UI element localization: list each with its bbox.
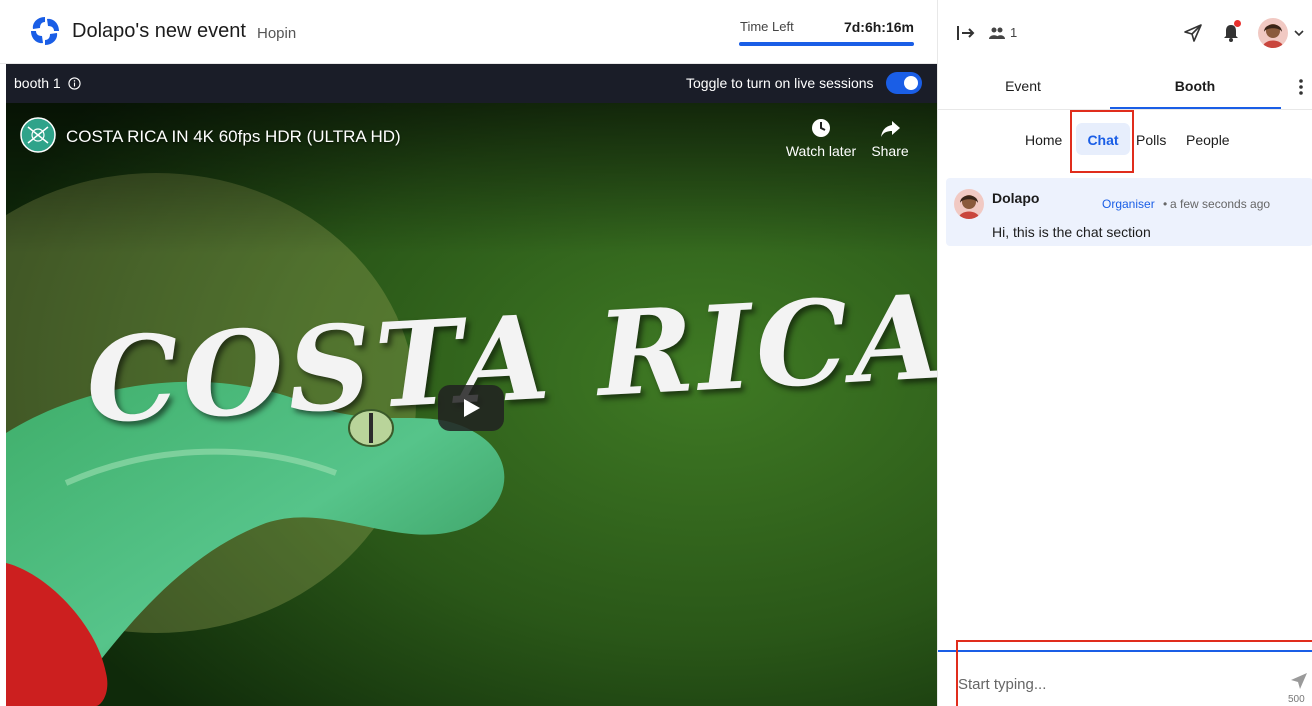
sub-tab-home[interactable]: Home bbox=[1025, 132, 1062, 148]
share-arrow-icon bbox=[881, 121, 900, 137]
share-label: Share bbox=[871, 143, 909, 159]
event-header: Dolapo's new event Hopin Time Left 7d:6h… bbox=[0, 0, 937, 64]
chat-message: Dolapo Organiser • a few seconds ago Hi,… bbox=[946, 178, 1312, 246]
sub-tab-polls[interactable]: Polls bbox=[1136, 132, 1166, 148]
sub-tab-people[interactable]: People bbox=[1186, 132, 1230, 148]
booth-sub-tabs: Home Chat Polls People bbox=[938, 110, 1312, 173]
toggle-knob bbox=[904, 76, 918, 90]
chevron-down-icon[interactable] bbox=[1293, 28, 1305, 38]
video-title[interactable]: COSTA RICA IN 4K 60fps HDR (ULTRA HD) bbox=[66, 127, 401, 147]
booth-bar: booth 1 Toggle to turn on live sessions bbox=[6, 64, 937, 103]
live-sessions-toggle-label: Toggle to turn on live sessions bbox=[686, 75, 874, 91]
video-player[interactable]: COSTA RICA IN 4K 60fps HDR (ULTRA HD) Wa… bbox=[6, 103, 937, 706]
user-avatar[interactable] bbox=[1258, 18, 1288, 48]
time-left-value: 7d:6h:16m bbox=[843, 19, 914, 35]
annotation-highlight-chat bbox=[1070, 110, 1134, 173]
tab-event[interactable]: Event bbox=[970, 78, 1076, 94]
channel-logo-icon[interactable] bbox=[20, 117, 56, 153]
app-root: Dolapo's new event Hopin Time Left 7d:6h… bbox=[0, 0, 1312, 706]
message-author-role: Organiser bbox=[1102, 197, 1155, 211]
sidebar-panel: 1 Event Booth Home Chat Polls People Dol… bbox=[937, 0, 1312, 706]
watch-later-button[interactable]: Watch later bbox=[776, 117, 866, 159]
collapse-sidebar-icon[interactable] bbox=[956, 24, 976, 42]
notification-dot bbox=[1234, 20, 1241, 27]
message-meta-separator: • bbox=[1163, 197, 1168, 211]
sidebar-topbar: 1 bbox=[938, 0, 1312, 64]
message-author-avatar[interactable] bbox=[954, 189, 984, 219]
play-button[interactable] bbox=[438, 385, 504, 431]
time-left-label: Time Left bbox=[740, 19, 794, 34]
clock-icon bbox=[812, 119, 830, 137]
live-sessions-toggle[interactable] bbox=[886, 72, 922, 94]
avatar-image bbox=[954, 189, 984, 219]
message-author: Dolapo bbox=[992, 190, 1040, 206]
time-left-progress-fill bbox=[739, 42, 914, 46]
attendees-icon bbox=[989, 27, 1005, 39]
message-text: Hi, this is the chat section bbox=[992, 224, 1151, 240]
tab-booth[interactable]: Booth bbox=[1110, 78, 1280, 94]
hopin-logo-icon[interactable] bbox=[28, 14, 62, 48]
avatar-image bbox=[1258, 18, 1288, 48]
watch-later-label: Watch later bbox=[785, 143, 857, 159]
sidebar-tabs: Event Booth bbox=[938, 64, 1312, 110]
organization-name[interactable]: Hopin bbox=[257, 25, 296, 42]
play-icon bbox=[464, 399, 480, 417]
annotation-highlight-composer bbox=[956, 640, 1312, 706]
time-left-progress bbox=[739, 42, 914, 46]
attendee-count: 1 bbox=[1010, 25, 1018, 40]
share-button[interactable]: Share bbox=[868, 117, 912, 159]
message-timestamp: a few seconds ago bbox=[1170, 197, 1271, 211]
paper-plane-icon[interactable] bbox=[1183, 23, 1203, 43]
more-options-icon[interactable] bbox=[1298, 78, 1304, 96]
booth-name: booth 1 bbox=[14, 75, 61, 91]
event-title: Dolapo's new event bbox=[72, 20, 246, 42]
info-icon[interactable] bbox=[68, 77, 81, 90]
